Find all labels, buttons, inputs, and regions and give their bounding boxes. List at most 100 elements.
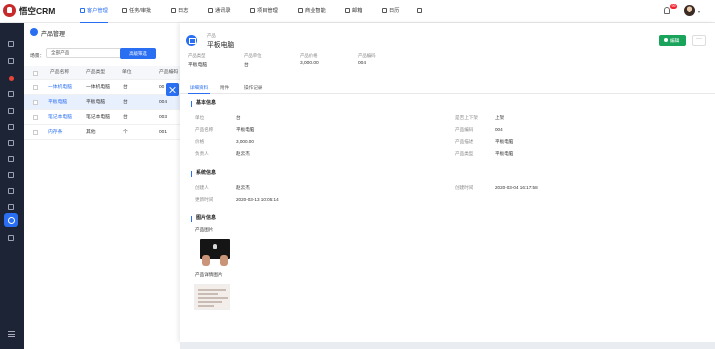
section-system-info: 系统信息: [191, 170, 216, 177]
product-table: 产品名称 产品类型 单位 产品编码 一体机电脑 一体机电脑 台 00 平板电脑 …: [24, 66, 180, 140]
nav-log[interactable]: 日志: [171, 0, 188, 23]
code-cell: 003: [159, 115, 168, 120]
product-name-link[interactable]: 一体机电脑: [48, 80, 72, 95]
field-value: 平板电脑: [495, 139, 514, 144]
calendar-icon: [382, 8, 387, 13]
notification-badge: 99: [670, 4, 677, 9]
close-detail-button[interactable]: [166, 83, 179, 96]
wukong-logo-icon[interactable]: [3, 4, 16, 17]
field-value: 平板电脑: [236, 127, 255, 132]
send-icon[interactable]: [8, 235, 14, 241]
code-cell: 00: [159, 85, 165, 90]
user-avatar[interactable]: [684, 5, 695, 16]
contact-list-icon[interactable]: [8, 124, 14, 130]
product-type-link[interactable]: 平板电脑: [495, 151, 513, 157]
field-label: 是否上下架: [455, 115, 478, 120]
summary-field: 产品类型 平板电脑: [188, 53, 208, 68]
code-cell: 004: [159, 100, 168, 105]
nav-calendar[interactable]: 日历: [382, 0, 399, 23]
unit-cell: 台: [123, 115, 128, 120]
nav-project-management[interactable]: 项目管理: [250, 0, 278, 23]
field-label: 产品类型: [455, 151, 474, 156]
row-checkbox[interactable]: [33, 85, 38, 90]
app-name[interactable]: 悟空CRM: [19, 6, 55, 16]
product-image-label: 产品图片: [195, 227, 214, 232]
unit-cell: 台: [123, 100, 128, 105]
invoice-icon[interactable]: [8, 204, 14, 210]
select-all-checkbox[interactable]: [33, 71, 38, 76]
contract-icon[interactable]: [8, 172, 14, 178]
detail-product-name: 平板电脑: [207, 42, 235, 49]
product-image[interactable]: [200, 237, 230, 267]
product-icon[interactable]: [4, 213, 18, 227]
field-value: 赵云杰: [236, 185, 250, 190]
tab-details[interactable]: 详细资料: [188, 81, 210, 94]
column-header[interactable]: 单位: [122, 66, 132, 80]
nav-task-approval[interactable]: 任务/审批: [122, 0, 151, 23]
field-value: 004: [495, 127, 503, 132]
clue-icon[interactable]: [8, 91, 14, 97]
edit-button[interactable]: 编辑: [659, 35, 686, 46]
scene-label: 场景：: [30, 54, 45, 59]
row-checkbox[interactable]: [33, 115, 38, 120]
product-name-link[interactable]: 平板电脑: [48, 95, 67, 110]
hand-left: [202, 255, 210, 266]
receivables-icon[interactable]: [8, 188, 14, 194]
field-label: 单位: [195, 115, 205, 120]
nav-customer-management[interactable]: 客户管理: [80, 0, 108, 23]
hand-right: [220, 255, 228, 266]
project-icon: [250, 8, 255, 13]
summary-field: 产品单位 台: [244, 53, 262, 68]
chevron-down-icon[interactable]: [698, 11, 700, 13]
summary-field: 产品价格 3,000.00: [300, 53, 319, 66]
field-label: 创建时间: [455, 185, 474, 190]
dashboard-icon[interactable]: [8, 58, 14, 64]
nav-contacts[interactable]: 通讯录: [208, 0, 231, 23]
field-label: 价格: [195, 139, 205, 144]
customer-icon: [80, 8, 85, 13]
field-label: 创建人: [195, 185, 209, 190]
nav-apps[interactable]: [417, 0, 424, 23]
column-header[interactable]: 产品名称: [50, 66, 69, 80]
detail-image-line: [198, 297, 228, 299]
bell-icon[interactable]: [664, 7, 670, 14]
field-label: 负责人: [195, 151, 209, 156]
field-label: 产品编码: [455, 127, 474, 132]
row-checkbox[interactable]: [33, 130, 38, 135]
add-icon[interactable]: [8, 41, 14, 47]
tab-operation-log[interactable]: 操作记录: [244, 81, 262, 94]
table-row[interactable]: 平板电脑 平板电脑 台 004: [24, 95, 180, 110]
pool-icon[interactable]: [8, 140, 14, 146]
contacts-icon: [208, 8, 213, 13]
table-row[interactable]: 笔记本电脑 笔记本电脑 台 003: [24, 110, 180, 125]
unit-cell: 个: [123, 130, 128, 135]
nav-business-intelligence[interactable]: 商业智能: [298, 0, 326, 23]
sidebar: [0, 23, 24, 349]
product-detail-image[interactable]: [194, 284, 230, 310]
summary-field: 产品编码 004: [358, 53, 376, 66]
product-name-link[interactable]: 笔记本电脑: [48, 110, 72, 125]
nav-mail[interactable]: 邮箱: [345, 0, 362, 23]
table-row[interactable]: 内存条 其他 个 001: [24, 125, 180, 140]
section-image-info: 图片信息: [191, 215, 216, 222]
business-icon[interactable]: [8, 156, 14, 162]
collapse-sidebar-icon[interactable]: [8, 331, 15, 337]
apps-grid-icon: [417, 8, 422, 13]
product-name-link[interactable]: 内存条: [48, 125, 62, 140]
table-row[interactable]: 一体机电脑 一体机电脑 台 00: [24, 80, 180, 95]
mail-icon: [345, 8, 350, 13]
notice-dot-icon[interactable]: [9, 76, 14, 81]
column-header[interactable]: 产品编码: [159, 66, 178, 80]
customer-list-icon[interactable]: [8, 108, 14, 114]
field-label: 产品名称: [195, 127, 214, 132]
column-header[interactable]: 产品类型: [86, 66, 105, 80]
task-icon: [122, 8, 127, 13]
more-button[interactable]: ···: [692, 35, 706, 46]
row-checkbox[interactable]: [33, 100, 38, 105]
tab-attachments[interactable]: 附件: [220, 81, 229, 94]
product-type-cell: 一体机电脑: [86, 85, 110, 90]
bi-icon: [298, 8, 303, 13]
advanced-filter-button[interactable]: 高级筛选: [120, 48, 156, 59]
product-type-cell: 平板电脑: [86, 100, 106, 105]
product-detail-panel: 产品 平板电脑 编辑 ··· 产品类型 平板电脑 产品单位 台 产品价格 3,0…: [180, 23, 715, 342]
